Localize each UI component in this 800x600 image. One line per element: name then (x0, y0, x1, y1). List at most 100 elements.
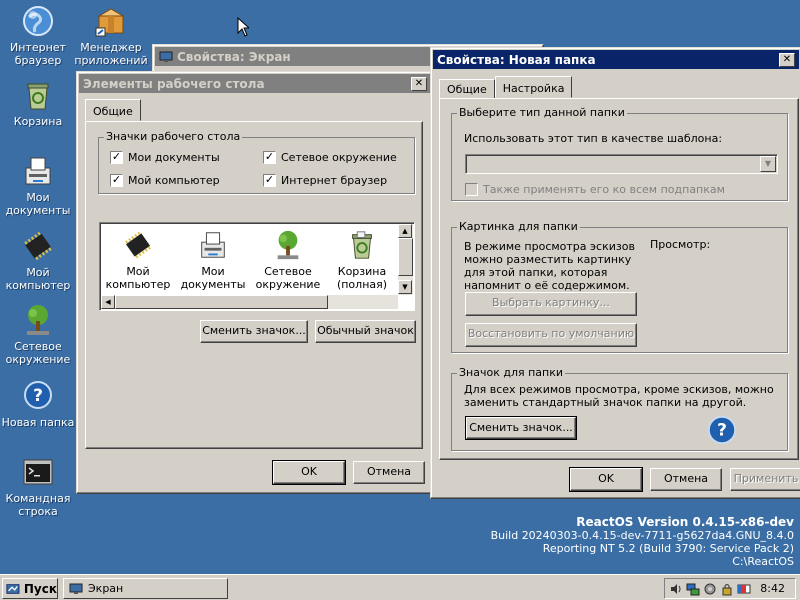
scroll-up-button[interactable]: ▲ (398, 224, 412, 238)
checkbox-network[interactable]: ✓ Сетевое окружение (263, 151, 397, 164)
svg-text:?: ? (717, 420, 727, 440)
scroll-thumb[interactable] (115, 295, 328, 309)
tab-general[interactable]: Общие (85, 99, 141, 121)
watermark-line-2: Build 20240303-0.4.15-dev-7711-g5627da4.… (490, 529, 794, 542)
list-item-label: Мой компьютер (105, 265, 171, 291)
start-button[interactable]: Пуск (2, 578, 58, 599)
lock-icon[interactable] (720, 582, 734, 596)
taskbar-button-label: Экран (88, 582, 124, 595)
checkbox-my-documents[interactable]: ✓ Мои документы (110, 151, 220, 164)
folder-icon-group: Значок для папки Для всех режимов просмо… (451, 366, 788, 451)
group-title: Значки рабочего стола (104, 130, 243, 143)
checkbox-browser[interactable]: ✓ Интернет браузер (263, 174, 387, 187)
taskbar-button-display[interactable]: Экран (63, 578, 228, 599)
close-button[interactable]: ✕ (411, 76, 427, 91)
folder-properties-tab-panel: Выберите тип данной папки Использовать э… (439, 98, 799, 460)
version-watermark: ReactOS Version 0.4.15-x86-dev Build 202… (490, 516, 794, 569)
desktop-icon-browser[interactable]: Интернет браузер (0, 4, 76, 67)
group-title: Значок для папки (457, 366, 566, 379)
checkbox-label: Мой компьютер (128, 174, 220, 187)
package-icon (94, 4, 128, 38)
monitor-icon (69, 583, 83, 594)
preview-label: Просмотр: (650, 238, 711, 251)
desktop-icons-group: Значки рабочего стола ✓ Мои документы ✓ … (98, 130, 415, 194)
default-icon-button[interactable]: Обычный значок (315, 320, 416, 343)
checkbox-checked-icon: ✓ (110, 173, 123, 187)
ok-button[interactable]: OK (272, 460, 346, 485)
clock[interactable]: 8:42 (760, 582, 785, 595)
desktop-icon-label: Сетевое окружение (5, 340, 71, 366)
keyboard-layout-icon[interactable] (737, 582, 751, 596)
ok-button[interactable]: OK (569, 467, 643, 492)
folder-type-group: Выберите тип данной папки Использовать э… (451, 106, 788, 201)
network-tree-icon (21, 303, 55, 337)
template-label: Использовать этот тип в качестве шаблона… (464, 132, 723, 145)
desktop-icon-label: Интернет браузер (10, 41, 66, 67)
cancel-button[interactable]: Отмена (650, 468, 722, 491)
desktop-items-titlebar[interactable]: Элементы рабочего стола ✕ (79, 74, 431, 93)
recycle-bin-full-icon (346, 229, 378, 261)
choose-picture-button[interactable]: Выбрать картинку... (465, 292, 637, 316)
scroll-down-button[interactable]: ▼ (398, 280, 412, 294)
scroll-left-button[interactable]: ◀ (101, 295, 115, 309)
desktop-icons-listview[interactable]: Мой компьютер Мои документы Сетевое окру… (99, 222, 415, 311)
taskbar: Пуск Экран 8:42 (0, 574, 800, 600)
settings-icon[interactable] (703, 582, 717, 596)
list-item-label: Мои документы (180, 265, 246, 291)
list-item[interactable]: Мои документы (177, 229, 249, 291)
close-icon: ✕ (782, 53, 792, 65)
computer-chip-icon (122, 229, 154, 261)
list-item-label: Корзина (полная) (336, 265, 388, 291)
checkbox-label: Мои документы (128, 151, 220, 164)
desktop-icon-network[interactable]: Сетевое окружение (0, 303, 76, 366)
checkbox-label: Интернет браузер (281, 174, 388, 187)
folder-picture-description: В режиме просмотра эскизов можно размест… (464, 240, 635, 292)
desktop-icon-app-manager[interactable]: Менеджер приложений (73, 4, 149, 67)
list-item[interactable]: Корзина (полная) (326, 229, 398, 291)
computer-chip-icon (21, 229, 55, 263)
desktop-items-dialog: Элементы рабочего стола ✕ Общие Значки р… (76, 71, 434, 494)
apply-to-subfolders-checkbox[interactable]: Также применять его ко всем подпапкам (465, 183, 725, 196)
desktop-icon-label: Менеджер приложений (74, 41, 148, 67)
checkbox-my-computer[interactable]: ✓ Мой компьютер (110, 174, 220, 187)
svg-text:?: ? (33, 386, 43, 406)
start-logo-icon (6, 583, 20, 594)
volume-icon[interactable] (669, 582, 683, 596)
desktop-icon-label: Новая папка (1, 416, 75, 429)
folder-properties-tabs: Общие Настройка (439, 76, 573, 99)
tab-general[interactable]: Общие (439, 79, 495, 99)
folder-icon-description: Для всех режимов просмотра, кроме эскизо… (464, 383, 774, 409)
chevron-down-icon[interactable]: ▼ (760, 156, 776, 172)
desktop-icon-label: Командная строка (5, 492, 71, 518)
desktop-icon-my-computer[interactable]: Мой компьютер (0, 229, 76, 292)
restore-default-button[interactable]: Восстановить по умолчанию (465, 323, 637, 347)
watermark-line-4: C:\ReactOS (732, 555, 794, 568)
listview-horizontal-scrollbar[interactable]: ◀ (101, 295, 398, 309)
list-item[interactable]: Сетевое окружение (252, 229, 324, 291)
tab-customize[interactable]: Настройка (494, 76, 573, 98)
desktop-icon-my-documents[interactable]: Мои документы (0, 154, 76, 217)
cancel-button[interactable]: Отмена (353, 461, 425, 484)
monitor-icon (159, 51, 173, 62)
network-status-icon[interactable] (686, 582, 700, 596)
checkbox-unchecked-icon (465, 183, 478, 196)
folder-properties-titlebar[interactable]: Свойства: Новая папка ✕ (433, 50, 799, 69)
checkbox-checked-icon: ✓ (263, 173, 276, 187)
help-question-icon: ? (21, 379, 55, 413)
desktop-items-title: Элементы рабочего стола (83, 76, 265, 91)
desktop-icon-command-prompt[interactable]: Командная строка (0, 455, 76, 518)
close-button[interactable]: ✕ (779, 52, 795, 67)
list-item[interactable]: Мой компьютер (102, 229, 174, 291)
desktop-items-tab-panel: Значки рабочего стола ✓ Мои документы ✓ … (85, 121, 423, 449)
change-folder-icon-button[interactable]: Сменить значок... (465, 416, 577, 440)
change-icon-button[interactable]: Сменить значок... (200, 320, 308, 343)
apply-button[interactable]: Применить (730, 468, 800, 491)
listview-vertical-scrollbar[interactable]: ▲ ▼ (398, 224, 413, 295)
scroll-thumb[interactable] (398, 238, 413, 276)
folder-template-select[interactable]: ▼ (465, 154, 778, 174)
checkbox-label: Также применять его ко всем подпапкам (483, 183, 725, 196)
mouse-pointer-icon (237, 16, 251, 40)
desktop-icon-recycle-bin[interactable]: Корзина (0, 78, 76, 128)
globe-icon (21, 4, 55, 38)
desktop-icon-new-folder[interactable]: ? Новая папка (0, 379, 76, 429)
